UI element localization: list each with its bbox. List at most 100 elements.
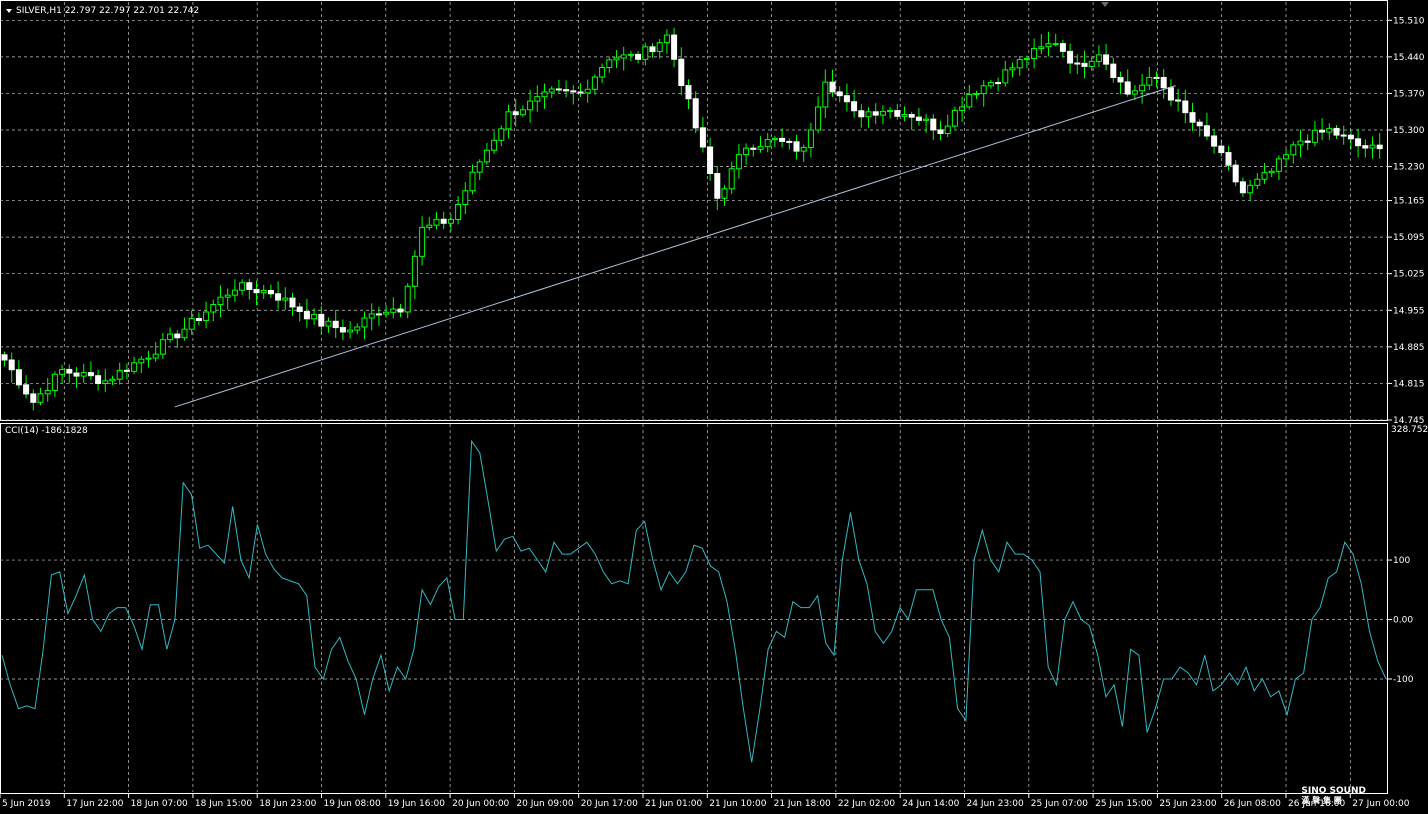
candle-body: [23, 384, 30, 395]
time-tick-label: 21 Jun 18:00: [774, 799, 831, 809]
candle-body: [462, 190, 469, 206]
candle-body: [1081, 62, 1088, 67]
candle-body: [570, 90, 577, 93]
candle-body: [843, 95, 850, 103]
candle-body: [548, 88, 555, 93]
trendline: [174, 85, 1176, 408]
candle-body: [944, 125, 951, 135]
candle-body: [1103, 54, 1110, 65]
candle-body: [354, 326, 361, 331]
candle-body: [923, 118, 930, 121]
candle-body: [728, 168, 735, 190]
candle-body: [663, 34, 670, 44]
candle-body: [1153, 76, 1160, 79]
candle-body: [908, 114, 915, 118]
candle-body: [527, 100, 534, 111]
candle-body: [1139, 84, 1146, 92]
candle-body: [1045, 43, 1052, 48]
candle-body: [894, 110, 901, 117]
candle-body: [786, 140, 793, 143]
candle-body: [138, 358, 145, 364]
candle-body: [167, 333, 174, 341]
candle-body: [930, 118, 937, 131]
candle-body: [15, 369, 22, 386]
candle-body: [735, 154, 742, 170]
candle-body: [1160, 76, 1167, 89]
candle-body: [721, 188, 728, 199]
candle-body: [404, 285, 411, 313]
candle-body: [901, 114, 908, 117]
candle-body: [505, 111, 512, 130]
candle-body: [1189, 112, 1196, 123]
candle-body: [116, 369, 123, 380]
time-tick-label: 20 Jun 17:00: [581, 799, 638, 809]
price-tick-label: 15.095: [1393, 233, 1425, 243]
candle-body: [1290, 144, 1297, 156]
candle-body: [1232, 164, 1239, 183]
time-tick-label: 22 Jun 02:00: [838, 799, 895, 809]
candle-body: [1211, 135, 1218, 147]
candle-body: [181, 328, 188, 339]
candle-body: [311, 313, 318, 320]
time-tick-label: 18 Jun 23:00: [259, 799, 316, 809]
candle-body: [8, 359, 15, 371]
candle-body: [591, 76, 598, 90]
cci-tick-label: 100: [1393, 556, 1410, 566]
time-tick-label: 18 Jun 15:00: [195, 799, 252, 809]
candle-body: [1023, 58, 1030, 61]
time-tick-label: 19 Jun 08:00: [324, 799, 381, 809]
candle-body: [750, 147, 757, 150]
candle-body: [707, 146, 714, 175]
candle-body: [541, 91, 548, 98]
candle-body: [361, 317, 368, 328]
candle-body: [303, 310, 310, 320]
candle-body: [995, 82, 1002, 85]
candle-body: [1225, 152, 1232, 166]
candle-body: [1319, 129, 1326, 133]
candle-body: [800, 146, 807, 152]
candle-body: [260, 289, 267, 294]
candle-body: [584, 88, 591, 94]
candle-body: [959, 106, 966, 111]
candle-body: [1167, 87, 1174, 101]
price-tick-label: 14.815: [1393, 379, 1425, 389]
candle-body: [102, 380, 109, 384]
price-tick-label: 15.440: [1393, 53, 1425, 63]
candle-body: [887, 110, 894, 113]
candle-body: [656, 42, 663, 53]
candle-body: [296, 306, 303, 312]
price-tick-label: 15.165: [1393, 197, 1425, 207]
candle-body: [757, 146, 764, 150]
candle-body: [613, 57, 620, 61]
candle-body: [390, 308, 397, 313]
candle-body: [649, 46, 656, 53]
candle-body: [440, 218, 447, 224]
candle-body: [383, 311, 390, 315]
candle-body: [30, 393, 37, 403]
candle-body: [253, 288, 260, 294]
price-tick-label: 15.230: [1393, 163, 1425, 173]
price-tick-label: 14.885: [1393, 343, 1425, 353]
candle-body: [671, 34, 678, 60]
candle-body: [743, 147, 750, 156]
candle-body: [1052, 43, 1059, 46]
candle-body: [411, 255, 418, 287]
candle-body: [678, 58, 685, 87]
candle-body: [1146, 76, 1153, 86]
candle-body: [224, 294, 231, 298]
candle-body: [1009, 67, 1016, 71]
candle-body: [1311, 129, 1318, 143]
candle-body: [1347, 134, 1354, 140]
candle-body: [915, 116, 922, 121]
candle-body: [1362, 145, 1369, 149]
candle-body: [627, 53, 634, 56]
price-panel-frame: [0, 0, 1388, 421]
cci-series-line: [1, 439, 1387, 763]
chart-svg[interactable]: 15.510 15.440 15.370 15.300 15.230 15.165 15.0…: [0, 0, 1428, 810]
logo-line-1: SINO SOUND: [1301, 786, 1366, 796]
candle-body: [577, 91, 584, 94]
candle-body: [267, 289, 274, 295]
candle-body: [1203, 125, 1210, 137]
time-tick-label: 21 Jun 10:00: [709, 799, 766, 809]
candle-body: [1369, 144, 1376, 149]
